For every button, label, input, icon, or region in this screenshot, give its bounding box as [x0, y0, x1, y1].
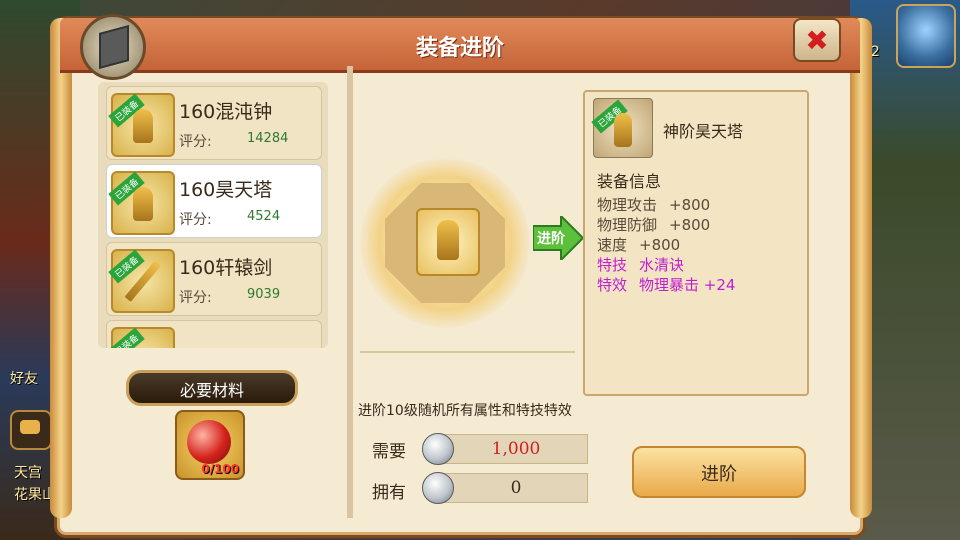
result-item-name: 神阶昊天塔 — [663, 122, 744, 141]
bg-location-1: 天宫 — [14, 465, 42, 481]
item-score: 4524 — [247, 209, 281, 224]
advance-description: 进阶10级随机所有属性和特技特效 — [358, 403, 572, 419]
arrow-label: 进阶 — [537, 231, 565, 247]
required-materials-banner: 必要材料 — [126, 370, 298, 406]
equipment-book-icon — [80, 14, 146, 80]
divider-horizontal — [360, 351, 575, 353]
haotian-tower-icon: 已装备 — [108, 171, 175, 235]
close-icon: ✖ — [805, 24, 829, 57]
list-item-partial[interactable]: 已装备 — [106, 320, 322, 348]
scroll-rod-left — [50, 18, 72, 518]
list-item[interactable]: 已装备 160轩辕剑 评分: 9039 — [106, 242, 322, 316]
chat-button[interactable] — [10, 410, 52, 450]
item-score-label: 评分: — [179, 290, 212, 306]
info-title: 装备信息 — [597, 172, 662, 191]
item-score-label: 评分: — [179, 134, 212, 150]
red-gem-icon — [187, 420, 231, 464]
stat-row: 物理防御 +800 — [597, 216, 711, 234]
stat-row-special: 特效 物理暴击 +24 — [597, 276, 736, 294]
player-avatar[interactable] — [896, 4, 956, 68]
advance-arrow: 进阶 — [533, 216, 583, 260]
advance-button[interactable]: 进阶 — [632, 446, 806, 498]
equipment-list[interactable]: 已装备 160混沌钟 评分: 14284 已装备 160昊天塔 评分: 4524… — [98, 82, 328, 348]
current-item-icon — [416, 208, 480, 276]
scroll-rod-right — [850, 18, 872, 518]
item-score: 9039 — [247, 287, 281, 302]
stat-row-special: 特技 水清诀 — [597, 256, 685, 274]
stat-row: 速度 +800 — [597, 236, 681, 254]
material-slot[interactable]: 0/100 — [175, 410, 245, 480]
close-button[interactable]: ✖ — [793, 18, 841, 62]
item-name: 160混沌钟 — [179, 101, 273, 123]
item-name: 160轩辕剑 — [179, 257, 273, 279]
list-item-selected[interactable]: 已装备 160昊天塔 评分: 4524 — [106, 164, 322, 238]
divider-vertical — [347, 66, 353, 518]
item-icon: 已装备 — [108, 327, 175, 348]
item-score-label: 评分: — [179, 212, 212, 228]
stat-row: 物理攻击 +800 — [597, 196, 711, 214]
silver-coin-icon — [422, 472, 454, 504]
item-score: 14284 — [247, 131, 289, 146]
chaos-bell-icon: 已装备 — [108, 93, 175, 157]
list-item[interactable]: 已装备 160混沌钟 评分: 14284 — [106, 86, 322, 160]
panel-title: 装备进阶 — [415, 36, 504, 61]
need-value: 1,000 — [444, 434, 588, 464]
have-label: 拥有 — [372, 483, 406, 503]
need-label: 需要 — [372, 442, 406, 462]
bg-friend-label: 好友 — [10, 371, 38, 387]
result-item-icon: 已装备 — [591, 98, 653, 158]
chat-icon — [20, 420, 40, 434]
have-value: 0 — [444, 473, 588, 503]
result-card: 已装备 神阶昊天塔 装备信息 物理攻击 +800 物理防御 +800 速度 +800 … — [583, 90, 809, 396]
silver-coin-icon — [422, 433, 454, 465]
xuanyuan-sword-icon: 已装备 — [108, 249, 175, 313]
item-name: 160昊天塔 — [179, 179, 273, 201]
title-bar: 装备进阶 — [60, 18, 860, 73]
material-count: 0/100 — [201, 462, 239, 476]
